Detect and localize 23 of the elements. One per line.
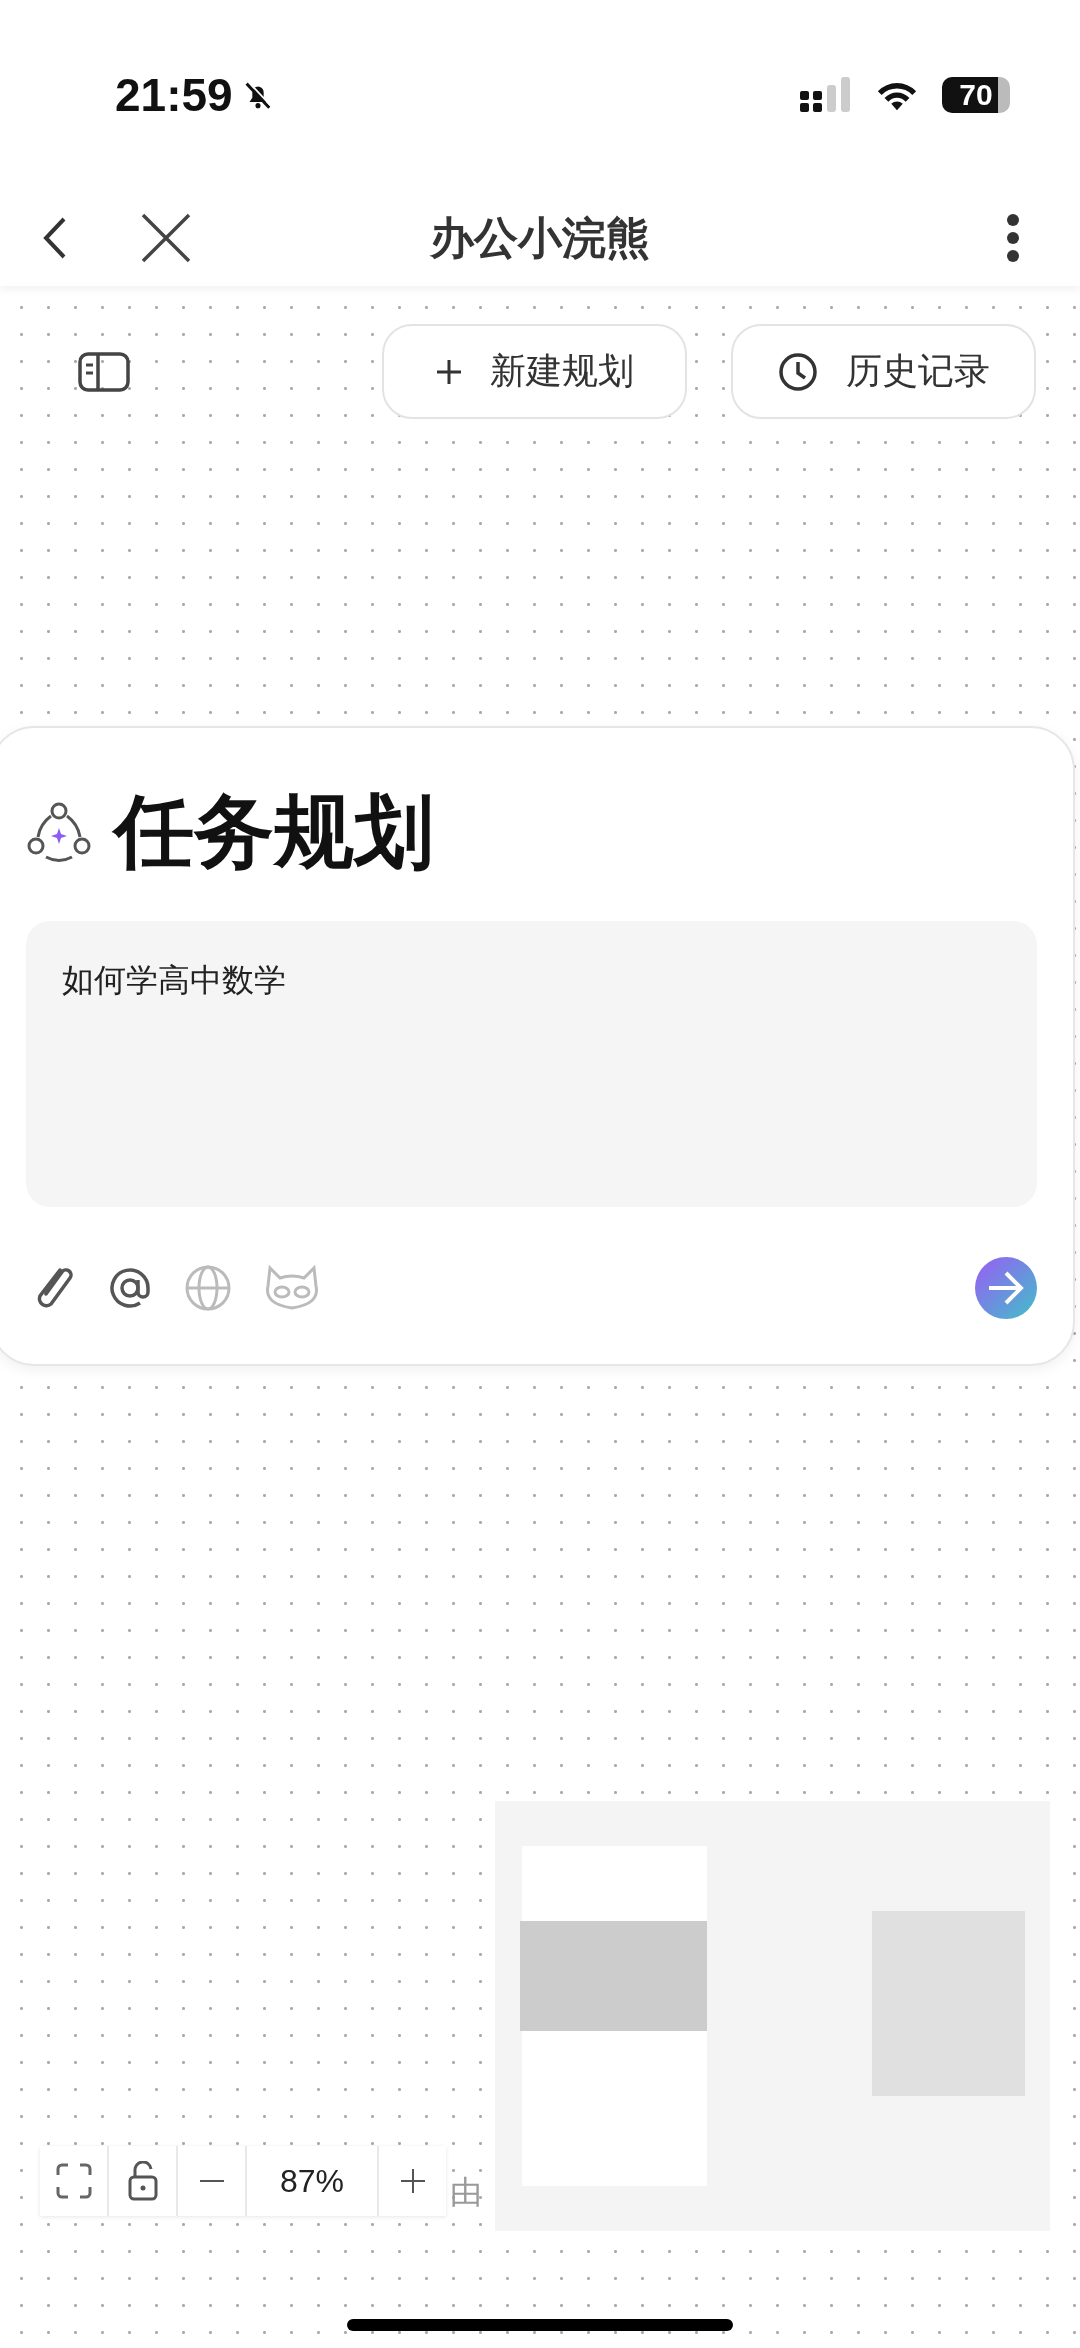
app-title: 办公小浣熊 (428, 211, 651, 264)
new-plan-button[interactable]: 新建规划 (382, 324, 687, 419)
plus-icon (435, 358, 462, 385)
battery-icon: 70 (942, 77, 1010, 113)
minus-icon (199, 2179, 224, 2183)
history-button[interactable]: 历史记录 (731, 324, 1036, 419)
plan-icon (26, 802, 92, 864)
canvas-label: 由 (450, 2173, 482, 2212)
sidebar-icon[interactable] (78, 351, 130, 392)
arrow-right-icon (986, 1270, 1026, 1306)
plus-icon (400, 2169, 425, 2193)
lock-button[interactable] (109, 2146, 176, 2216)
fullscreen-icon (55, 2163, 92, 2199)
more-icon[interactable] (1006, 213, 1020, 263)
status-time: 21:59 (115, 68, 233, 122)
close-icon[interactable] (140, 212, 192, 264)
zoom-level: 87% (247, 2146, 377, 2216)
card-title: 任务规划 (114, 786, 434, 878)
clock-icon (777, 351, 818, 392)
fit-screen-button[interactable] (40, 2146, 107, 2216)
signal-icon (800, 77, 852, 113)
input-field[interactable]: 如何学高中数学 (26, 921, 1037, 1207)
unlock-icon (127, 2161, 158, 2201)
